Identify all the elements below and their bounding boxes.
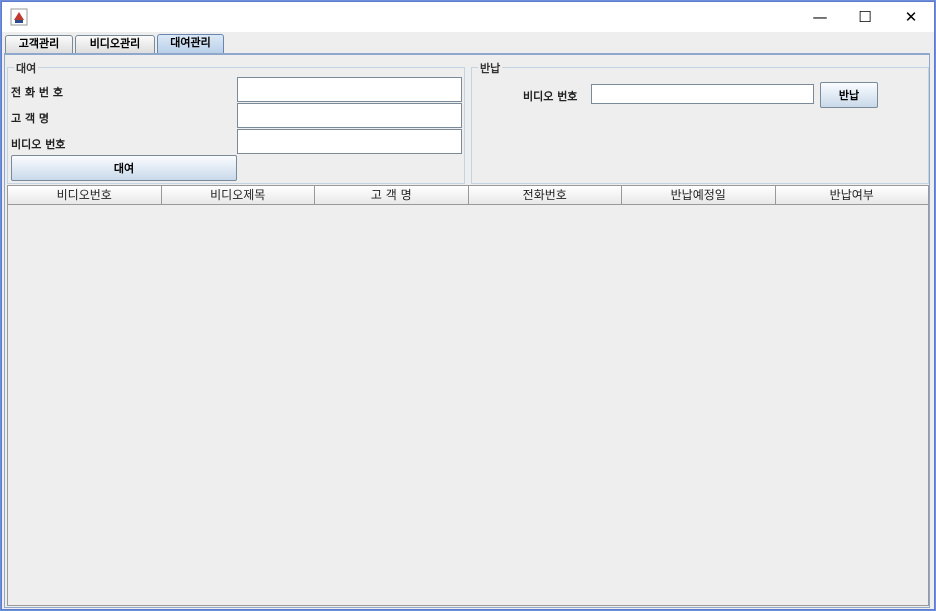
return-button[interactable]: 반납	[820, 82, 878, 108]
rental-group-title: 대여	[14, 60, 39, 76]
return-video-number-label: 비디오 번호	[523, 90, 578, 103]
column-header-video-number[interactable]: 비디오번호	[7, 185, 162, 204]
video-number-label: 비디오 번호	[11, 138, 66, 151]
minimize-button[interactable]: —	[797, 2, 843, 32]
phone-input[interactable]	[237, 77, 462, 102]
column-header-video-title[interactable]: 비디오제목	[161, 185, 315, 204]
rental-table-body[interactable]	[7, 205, 929, 606]
customer-name-input[interactable]	[237, 103, 462, 128]
column-header-due-date[interactable]: 반납예정일	[622, 185, 776, 204]
tab-rental[interactable]: 대여관리	[157, 34, 224, 54]
tab-strip: 고객관리 비디오관리 대여관리	[2, 32, 934, 54]
return-video-number-input[interactable]	[591, 84, 814, 104]
customer-name-label: 고 객 명	[11, 112, 50, 125]
video-number-input[interactable]	[237, 129, 462, 154]
column-header-customer-name[interactable]: 고 객 명	[315, 185, 469, 204]
title-bar: — ☐ ✕	[2, 2, 934, 32]
return-group-title: 반납	[478, 60, 503, 76]
tab-video[interactable]: 비디오관리	[75, 35, 155, 53]
close-button[interactable]: ✕	[888, 2, 934, 32]
java-cup-icon	[10, 8, 28, 26]
column-header-returned[interactable]: 반납여부	[775, 185, 929, 204]
phone-label: 전 화 번 호	[11, 86, 63, 99]
column-header-phone[interactable]: 전화번호	[468, 185, 622, 204]
rent-button[interactable]: 대여	[11, 155, 237, 181]
close-icon: ✕	[904, 8, 918, 26]
tab-customer[interactable]: 고객관리	[5, 35, 73, 53]
rental-panel: 대여 전 화 번 호 고 객 명 비디오 번호 대여 반납 비디오 번호 반납 …	[4, 53, 930, 608]
minimize-icon: —	[812, 8, 828, 26]
rental-table-header: 비디오번호 비디오제목 고 객 명 전화번호 반납예정일 반납여부	[7, 185, 929, 205]
maximize-icon: ☐	[858, 8, 872, 26]
main-window: — ☐ ✕ 고객관리 비디오관리 대여관리 대여 전 화 번 호 고 객 명 비…	[1, 1, 935, 610]
maximize-button[interactable]: ☐	[842, 2, 888, 32]
